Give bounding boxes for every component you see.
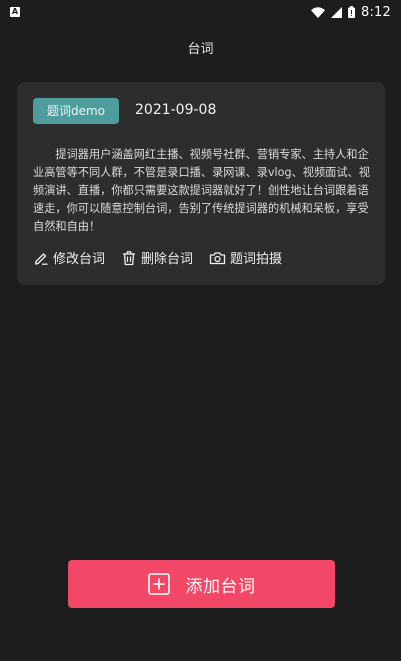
shoot-with-prompter-label: 题词拍摄 [230, 252, 283, 267]
script-date: 2021-09-08 [135, 102, 217, 118]
script-card[interactable]: 题词demo 2021-09-08 提词器用户涵盖网红主播、视频号社群、营销专家… [17, 82, 385, 285]
add-script-label: 添加台词 [185, 576, 256, 597]
wifi-icon [311, 6, 325, 18]
add-script-button[interactable]: 添加台词 [68, 560, 335, 608]
status-left: A [10, 7, 20, 17]
edit-script-button[interactable]: 修改台词 [33, 248, 105, 267]
app-notification-icon: A [10, 7, 20, 17]
status-right: 8:12 [311, 5, 391, 20]
signal-icon [331, 6, 342, 18]
delete-script-button[interactable]: 删除台词 [121, 248, 193, 267]
status-bar: A 8:12 [0, 0, 401, 24]
edit-script-label: 修改台词 [53, 252, 106, 267]
script-description: 提词器用户涵盖网红主播、视频号社群、营销专家、主持人和企业高管等不同人群，不管是… [33, 148, 370, 233]
trash-icon [123, 250, 136, 265]
status-time: 8:12 [361, 4, 391, 20]
shoot-with-prompter-button[interactable]: 题词拍摄 [209, 248, 282, 267]
card-actions: 修改台词 删除台词 题词拍摄 [33, 248, 298, 267]
plus-square-icon [147, 573, 170, 595]
battery-icon [348, 6, 355, 18]
delete-script-label: 删除台词 [141, 252, 194, 267]
script-tag: 题词demo [33, 98, 119, 124]
page-title: 台词 [187, 42, 214, 57]
camera-icon [209, 251, 226, 264]
edit-icon [34, 252, 48, 265]
